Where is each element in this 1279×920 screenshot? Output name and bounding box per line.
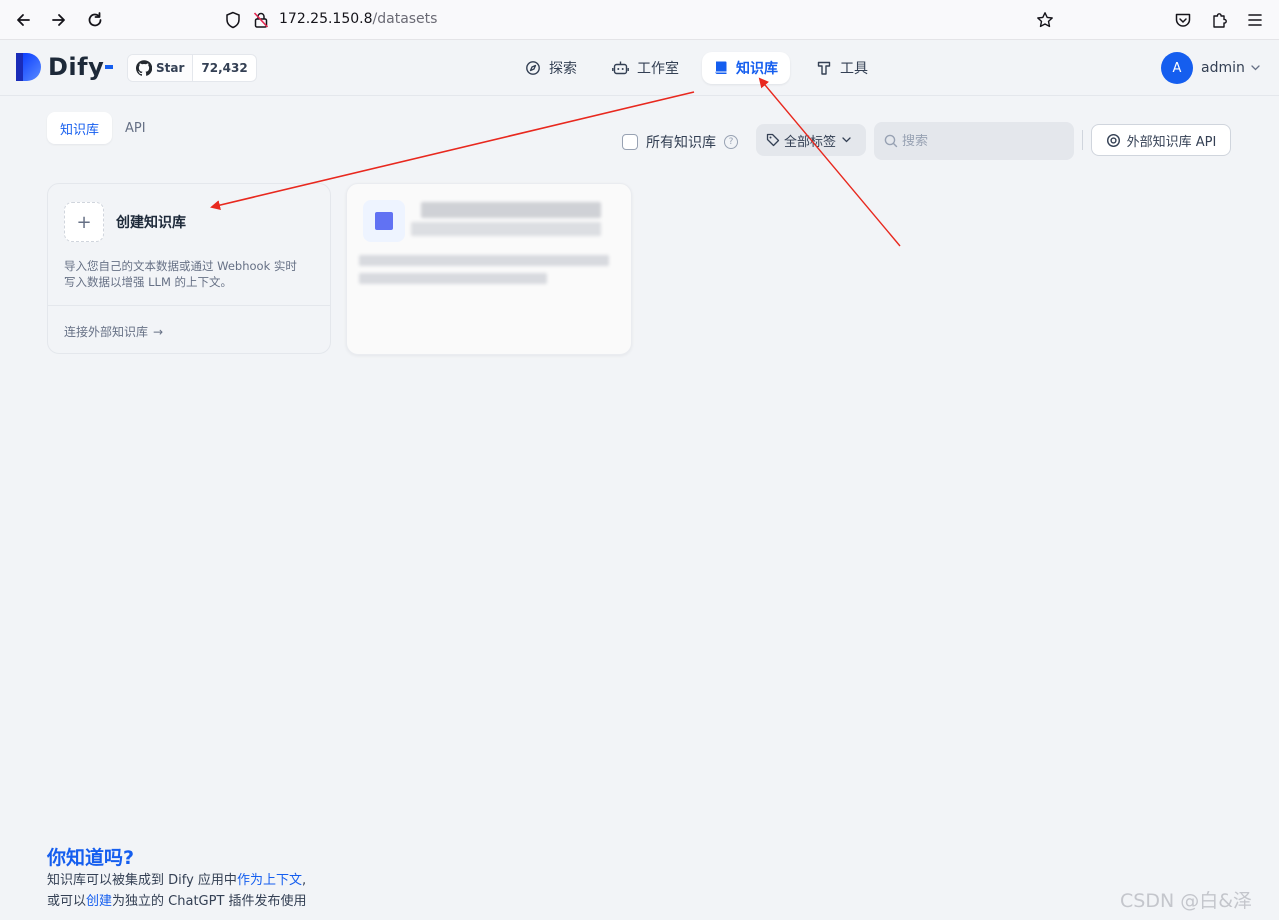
hammer-icon xyxy=(817,61,831,75)
nav-studio[interactable]: 工作室 xyxy=(600,52,691,84)
help-icon[interactable]: ? xyxy=(724,135,738,149)
url-bar[interactable]: 172.25.150.8/datasets xyxy=(279,11,437,27)
nav-explore[interactable]: 探索 xyxy=(513,52,589,84)
tip-line1-suffix: , xyxy=(301,873,307,888)
avatar: A xyxy=(1161,52,1193,84)
github-star-count[interactable]: 72,432 xyxy=(193,55,255,81)
pocket-icon[interactable] xyxy=(1171,8,1195,32)
tip-line1-text: 知识库可以被集成到 Dify 应用中 xyxy=(47,873,237,888)
tip-line-2: 或可以创建为独立的 ChatGPT 插件发布使用 xyxy=(47,891,307,912)
logo-text: Dify xyxy=(48,53,105,81)
extensions-icon[interactable] xyxy=(1207,8,1231,32)
book-icon xyxy=(715,61,727,74)
chevron-down-icon xyxy=(842,137,851,143)
user-menu[interactable]: A admin xyxy=(1161,52,1260,84)
nav-tools-label: 工具 xyxy=(840,61,868,77)
create-desc-line-2: 写入数据以增强 LLM 的上下文。 xyxy=(64,275,233,289)
menu-icon[interactable] xyxy=(1243,8,1267,32)
nav-knowledge-label: 知识库 xyxy=(736,61,778,77)
url-host: 172.25.150.8 xyxy=(279,11,373,27)
insecure-lock-icon[interactable] xyxy=(249,8,273,32)
arrow-right-icon: → xyxy=(153,324,164,339)
reload-icon[interactable] xyxy=(83,8,107,32)
blurred-dataset-desc-2 xyxy=(359,273,547,284)
search-input[interactable] xyxy=(902,133,1052,149)
search-box[interactable] xyxy=(874,122,1074,160)
external-api-button[interactable]: 外部知识库 API xyxy=(1091,124,1231,156)
blurred-dataset-desc-1 xyxy=(359,255,609,266)
blurred-dataset-meta xyxy=(411,222,601,236)
url-path: /datasets xyxy=(372,11,438,27)
tab-knowledge[interactable]: 知识库 xyxy=(47,112,113,144)
tip-context-link[interactable]: 作为上下文 xyxy=(237,873,302,888)
connect-external-label: 连接外部知识库 xyxy=(64,325,149,339)
all-knowledge-filter[interactable]: 所有知识库 ? xyxy=(622,132,738,152)
all-knowledge-checkbox[interactable] xyxy=(622,134,638,150)
plus-icon: + xyxy=(64,202,104,242)
tip-line2-suffix: 为独立的 ChatGPT 插件发布使用 xyxy=(112,894,307,909)
annotation-arrow-to-nav xyxy=(758,77,901,247)
all-knowledge-label: 所有知识库 xyxy=(646,135,716,151)
create-knowledge-card[interactable]: + 创建知识库 导入您自己的文本数据或通过 Webhook 实时 写入数据以增强… xyxy=(47,183,331,354)
api-connection-icon xyxy=(1106,133,1120,147)
github-star-widget[interactable]: Star 72,432 xyxy=(127,54,257,82)
dataset-tabs: 知识库 API xyxy=(47,112,159,144)
create-knowledge-title: 创建知识库 xyxy=(116,215,186,231)
dataset-card[interactable] xyxy=(346,183,632,355)
create-knowledge-description: 导入您自己的文本数据或通过 Webhook 实时 写入数据以增强 LLM 的上下… xyxy=(64,258,314,290)
tip-line-1: 知识库可以被集成到 Dify 应用中作为上下文, xyxy=(47,870,307,891)
connect-external-knowledge-link[interactable]: 连接外部知识库 → xyxy=(64,323,163,340)
nav-tools[interactable]: 工具 xyxy=(804,52,880,84)
logo-underscore xyxy=(105,65,114,69)
github-star-label: Star xyxy=(156,61,185,75)
search-icon xyxy=(884,134,898,148)
tag-icon xyxy=(766,133,780,147)
create-knowledge-header[interactable]: + 创建知识库 xyxy=(64,202,186,242)
tip-title: 你知道吗? xyxy=(47,847,135,869)
shield-icon[interactable] xyxy=(221,8,245,32)
did-you-know-tip: 你知道吗? 知识库可以被集成到 Dify 应用中作为上下文, 或可以创建为独立的… xyxy=(47,843,307,912)
dify-logo[interactable]: Dify xyxy=(16,53,114,81)
back-icon[interactable] xyxy=(11,8,35,32)
tip-line2-prefix: 或可以 xyxy=(47,894,87,909)
tip-create-link[interactable]: 创建 xyxy=(86,894,112,909)
tag-select[interactable]: 全部标签 xyxy=(756,124,866,156)
card-divider xyxy=(48,305,330,306)
create-desc-line-1: 导入您自己的文本数据或通过 Webhook 实时 xyxy=(64,259,297,273)
divider xyxy=(1082,130,1083,150)
nav-explore-label: 探索 xyxy=(549,61,577,77)
browser-toolbar: 172.25.150.8/datasets xyxy=(0,0,1279,40)
tab-api[interactable]: API xyxy=(112,112,159,144)
dataset-icon xyxy=(363,200,405,242)
blurred-dataset-title xyxy=(421,202,601,218)
forward-icon[interactable] xyxy=(47,8,71,32)
compass-icon xyxy=(526,61,540,75)
user-name: admin xyxy=(1201,60,1245,76)
external-api-label: 外部知识库 API xyxy=(1126,134,1217,150)
dify-logo-icon xyxy=(16,53,42,81)
robot-icon xyxy=(612,61,629,75)
nav-studio-label: 工作室 xyxy=(637,61,679,77)
nav-knowledge[interactable]: 知识库 xyxy=(702,52,790,84)
csdn-watermark: CSDN @白&泽 xyxy=(1120,890,1253,912)
bookmark-star-icon[interactable] xyxy=(1033,8,1057,32)
github-icon xyxy=(136,60,152,76)
tag-select-value: 全部标签 xyxy=(784,134,837,150)
chevron-down-icon xyxy=(1251,65,1260,71)
github-star-button[interactable]: Star xyxy=(128,55,194,81)
